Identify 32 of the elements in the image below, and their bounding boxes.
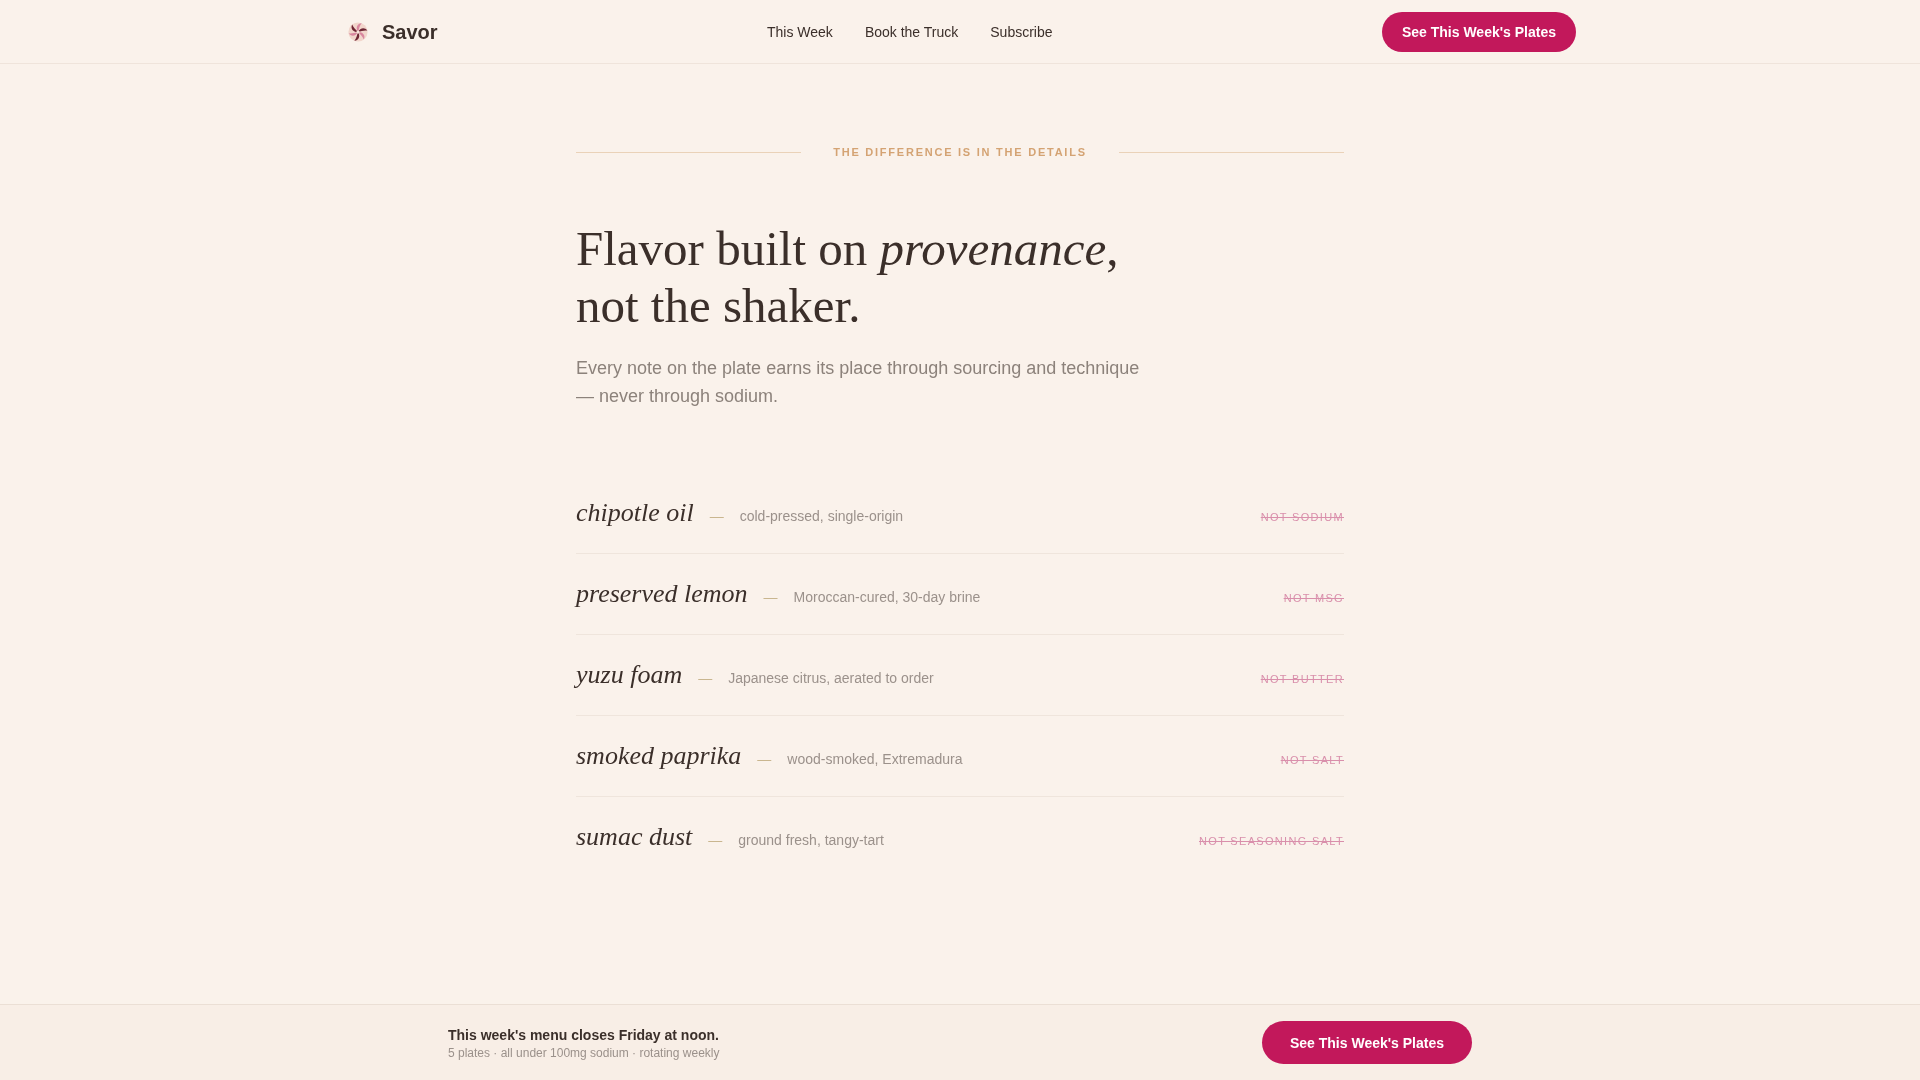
ingredient-description: cold-pressed, single-origin <box>739 507 904 526</box>
nav-link[interactable]: Book the Truck <box>864 21 959 42</box>
crossed-out-tag: NOT MSG <box>1283 590 1344 607</box>
bottom-bar-subtitle: 5 plates · all under 100mg sodium · rotating weekly <box>448 1044 720 1061</box>
separator-dash: — <box>763 588 778 607</box>
separator-dash: — <box>757 750 772 769</box>
hero-heading: Flavor built on provenance, not the shaker. <box>576 220 1120 334</box>
crossed-out-tag: NOT SALT <box>1280 752 1344 769</box>
ingredient-name: preserved lemon <box>576 578 748 610</box>
eyebrow-text: THE DIFFERENCE IS IN THE DETAILS <box>833 145 1087 160</box>
separator-dash: — <box>709 507 724 526</box>
ingredient-description: ground fresh, tangy-tart <box>738 831 884 850</box>
separator-dash: — <box>698 669 713 688</box>
separator-dash: — <box>708 831 723 850</box>
ingredient-name: smoked paprika <box>576 740 742 772</box>
cta-button[interactable]: See This Week's Plates <box>1381 11 1576 52</box>
crossed-out-tag: NOT SODIUM <box>1260 509 1344 526</box>
ingredient-description: Moroccan-cured, 30-day brine <box>793 588 981 607</box>
ingredient-name: yuzu foam <box>576 659 683 691</box>
ingredient-name: sumac dust <box>576 821 693 853</box>
nav-link[interactable]: Subscribe <box>990 21 1053 42</box>
nav-link[interactable]: This Week <box>767 21 833 42</box>
ingredient-name: chipotle oil <box>576 497 694 529</box>
crossed-out-tag: NOT SEASONING SALT <box>1199 833 1344 850</box>
ingredient-description: Japanese citrus, aerated to order <box>728 669 934 688</box>
pinwheel-icon <box>348 21 368 42</box>
cta-button[interactable]: See This Week's Plates <box>1261 1021 1472 1064</box>
hero-subtitle: Every note on the plate earns its place through sourcing and technique — never through sodium. <box>576 357 1141 408</box>
bottom-bar-title: This week's menu closes Friday at noon. <box>448 1025 720 1045</box>
ingredient-description: wood-smoked, Extremadura <box>787 750 963 769</box>
crossed-out-tag: NOT BUTTER <box>1260 671 1344 688</box>
brand-name: Savor <box>382 19 438 45</box>
